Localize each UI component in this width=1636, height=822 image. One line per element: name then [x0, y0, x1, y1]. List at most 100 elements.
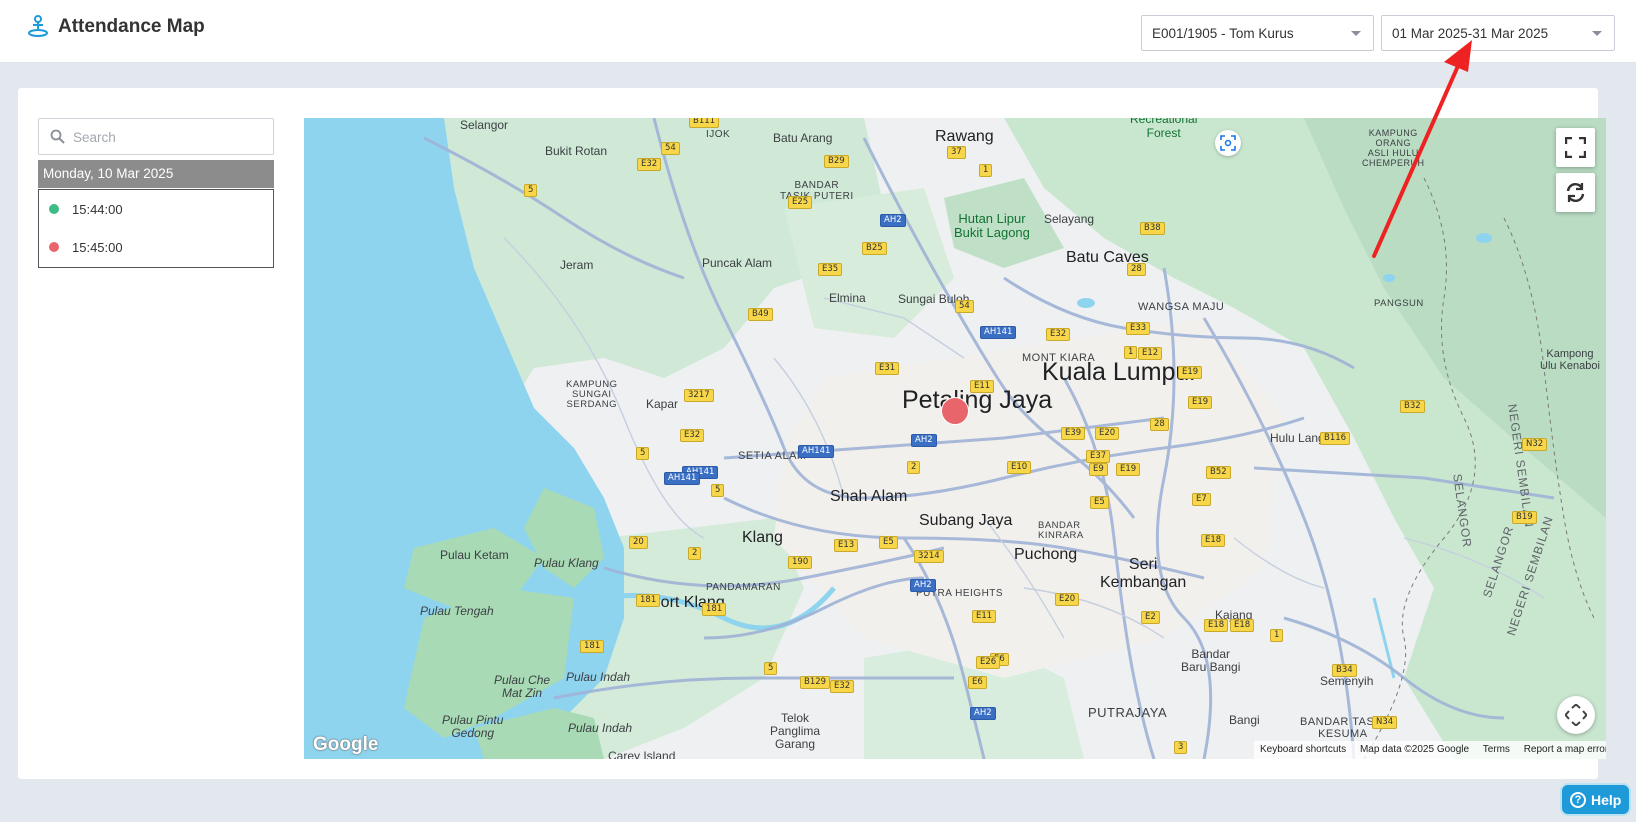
help-icon: ? [1570, 792, 1586, 808]
entry-time: 15:45:00 [72, 240, 123, 255]
map-attribution: Keyboard shortcuts Map data ©2025 Google… [1254, 741, 1606, 759]
road-shield: AH141 [980, 326, 1017, 339]
list-item[interactable]: 15:45:00 [39, 233, 273, 263]
road-shield: E32 [1046, 328, 1071, 341]
map-label-pulau-ketam: Pulau Ketam [440, 548, 509, 562]
search-placeholder: Search [73, 130, 116, 145]
map-view[interactable]: Kuala Lumpur Petaling Jaya Shah Alam Sub… [304, 118, 1606, 759]
map-label-selayang: Selayang [1044, 212, 1095, 226]
road-shield: E5 [1090, 496, 1109, 509]
road-shield: 1 [979, 164, 993, 177]
map-label-batu-arang: Batu Arang [773, 131, 833, 145]
road-shield: E11 [970, 380, 995, 393]
map-label-mont-kiara: MONT KIARA [1022, 352, 1096, 364]
road-shield: 181 [580, 640, 605, 653]
map-label-selangor-top: Selangor [460, 118, 509, 132]
map-label-pulau-pintu-gedong: Pulau Pintu Gedong [442, 713, 504, 740]
road-shield: 54 [955, 300, 974, 313]
road-shield: E10 [1007, 461, 1032, 474]
road-shield: E20 [1095, 427, 1120, 440]
chevron-down-icon [1592, 31, 1602, 36]
road-shield: E18 [1201, 534, 1226, 547]
map-label-elmina: Elmina [829, 291, 866, 305]
map-label-kampong-ulu-kenaboi: Kampong Ulu Kenaboi [1540, 348, 1600, 372]
road-shield: E37 [1086, 450, 1111, 463]
map-label-kampung-sungai-serdang: KAMPUNG SUNGAI SERDANG [566, 379, 618, 410]
road-shield: 181 [636, 594, 661, 607]
day-header[interactable]: Monday, 10 Mar 2025 [38, 160, 274, 188]
map-label-pangsun: PANGSUN [1374, 298, 1424, 309]
road-shield: 54 [661, 142, 680, 155]
employee-select[interactable]: E001/1905 - Tom Kurus [1141, 15, 1374, 51]
road-shield: 28 [1150, 418, 1169, 431]
map-label-puncak-alam: Puncak Alam [702, 256, 773, 270]
road-shield: E11 [972, 610, 997, 623]
map-label-rawang: Rawang [935, 128, 994, 145]
road-shield: E20 [1055, 593, 1080, 606]
help-button[interactable]: ? Help [1560, 783, 1631, 816]
map-label-hutan-lipur: Hutan Lipur Bukit Lagong [954, 211, 1030, 240]
road-shield: B52 [1206, 466, 1231, 479]
terms-link[interactable]: Terms [1483, 744, 1510, 755]
map-data-text: Map data ©2025 Google [1359, 744, 1470, 755]
map-label-bangi: Bangi [1229, 713, 1260, 727]
road-shield: B111 [689, 118, 720, 128]
road-shield: 3 [1174, 741, 1188, 754]
attendance-list: 15:44:00 15:45:00 [38, 189, 274, 268]
entry-time: 15:44:00 [72, 202, 123, 217]
road-shield: B25 [862, 242, 887, 255]
map-label-bandar-baru-bangi: Bandar Baru Bangi [1181, 647, 1241, 674]
road-shield: E35 [818, 263, 843, 276]
road-shield: E6 [968, 676, 987, 689]
keyboard-shortcuts-link[interactable]: Keyboard shortcuts [1260, 744, 1346, 755]
search-icon [50, 129, 65, 144]
road-shield: 5 [636, 447, 650, 460]
date-range-select[interactable]: 01 Mar 2025-31 Mar 2025 [1381, 15, 1615, 51]
report-map-error-link[interactable]: Report a map error [1524, 744, 1606, 755]
list-item[interactable]: 15:44:00 [39, 195, 273, 225]
road-shield: 190 [788, 556, 813, 569]
road-shield: E19 [1178, 366, 1203, 379]
search-input[interactable]: Search [38, 118, 274, 155]
fullscreen-icon [1565, 137, 1586, 158]
road-shield: B38 [1140, 222, 1165, 235]
road-shield: AH2 [880, 214, 906, 227]
map-label-pulau-indah-south: Pulau Indah [568, 721, 633, 735]
road-shield: E5 [879, 536, 898, 549]
map-label-subang-jaya: Subang Jaya [919, 512, 1013, 529]
fullscreen-button[interactable] [1556, 128, 1595, 167]
map-label-jeram: Jeram [560, 258, 594, 272]
road-shield: 1 [1270, 629, 1284, 642]
person-pin-icon [28, 15, 48, 37]
road-shield: 5 [711, 484, 725, 497]
road-shield: 3217 [684, 389, 714, 402]
google-logo: Google [313, 734, 379, 755]
map-label-pulau-klang: Pulau Klang [534, 556, 599, 570]
camera-icon[interactable] [1215, 130, 1241, 156]
road-shield: E25 [788, 196, 813, 209]
map-label-telok-panglima-garang: Telok Panglima Garang [770, 711, 821, 751]
road-shield: E7 [1192, 493, 1211, 506]
map-label-pandamaran: PANDAMARAN [706, 582, 781, 593]
map-label-recreational-forest: Recreational Forest [1130, 118, 1198, 140]
road-shield: E32 [637, 158, 662, 171]
status-dot-icon [49, 204, 59, 214]
road-shield: B32 [1400, 400, 1425, 413]
map-pan-control[interactable] [1557, 696, 1595, 734]
attendance-marker[interactable] [941, 397, 969, 425]
road-shield: AH141 [798, 445, 835, 458]
road-shield: 2 [907, 461, 921, 474]
map-label-putrajaya: PUTRAJAYA [1088, 705, 1168, 720]
map-label-puchong: Puchong [1014, 546, 1078, 563]
road-shield: E9 [1089, 463, 1108, 476]
road-shield: E13 [834, 539, 859, 552]
road-shield: B116 [1320, 432, 1351, 445]
road-shield: N32 [1522, 438, 1548, 451]
map-label-pulau-indah: Pulau Indah [566, 670, 631, 684]
refresh-button[interactable] [1556, 173, 1595, 212]
road-shield: AH2 [910, 579, 936, 592]
map-label-pulau-che-mat-zin: Pulau Che Mat Zin [494, 673, 551, 700]
map-label-kapar: Kapar [646, 397, 679, 411]
road-shield: 28 [1127, 263, 1146, 276]
road-shield: E32 [680, 429, 705, 442]
